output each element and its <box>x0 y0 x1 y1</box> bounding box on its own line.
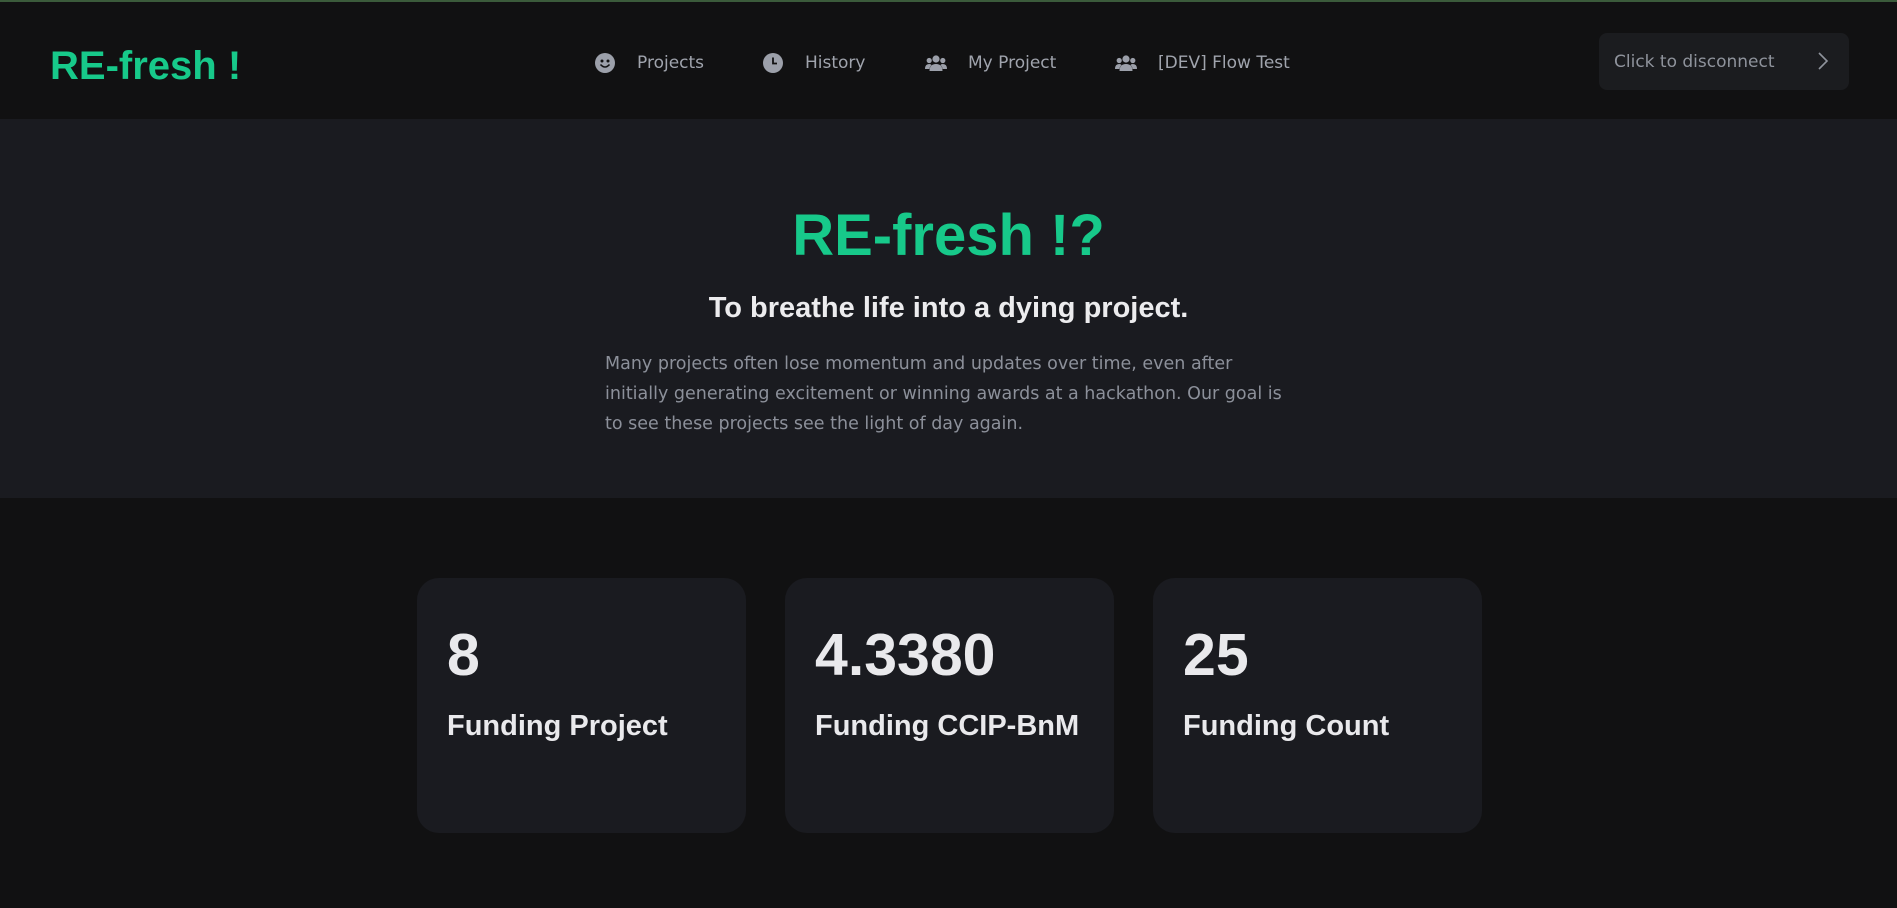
stat-label: Funding Project <box>447 710 668 742</box>
hero-section: RE-fresh !? To breathe life into a dying… <box>0 119 1897 498</box>
brand-logo[interactable]: RE-fresh ! <box>50 42 241 90</box>
stat-card-funding-count: 25 Funding Count <box>1153 578 1482 833</box>
stat-value: 4.3380 <box>815 622 996 688</box>
stat-value: 25 <box>1183 622 1249 688</box>
users-icon <box>1115 52 1137 74</box>
nav-item-dev-flow-test[interactable]: [DEV] Flow Test <box>1115 48 1290 78</box>
hero-description: Many projects often lose momentum and up… <box>605 354 1282 434</box>
nav-label: History <box>805 53 866 73</box>
smiley-icon <box>594 52 616 74</box>
clock-icon <box>762 52 784 74</box>
nav-item-my-project[interactable]: My Project <box>925 48 1056 78</box>
hero-subtitle: To breathe life into a dying project. <box>708 292 1189 324</box>
nav-label: My Project <box>968 53 1057 73</box>
stat-value: 8 <box>447 622 480 688</box>
chevron-right-icon <box>1817 51 1829 76</box>
nav-label: Projects <box>637 53 705 73</box>
top-navigation-bar: RE-fresh ! Projects History My Project [… <box>0 2 1897 119</box>
disconnect-label: Click to disconnect <box>1614 51 1775 72</box>
stat-card-funding-ccip-bnm: 4.3380 Funding CCIP-BnM <box>785 578 1114 833</box>
stat-card-funding-project: 8 Funding Project <box>417 578 746 833</box>
hero-title: RE-fresh !? <box>792 203 1105 268</box>
nav-item-projects[interactable]: Projects <box>594 48 704 78</box>
stat-label: Funding Count <box>1183 710 1390 742</box>
nav-item-history[interactable]: History <box>762 48 865 78</box>
stat-label: Funding CCIP-BnM <box>815 710 1080 742</box>
disconnect-button[interactable]: Click to disconnect <box>1599 33 1849 90</box>
nav-label: [DEV] Flow Test <box>1158 53 1290 73</box>
users-icon <box>925 52 947 74</box>
